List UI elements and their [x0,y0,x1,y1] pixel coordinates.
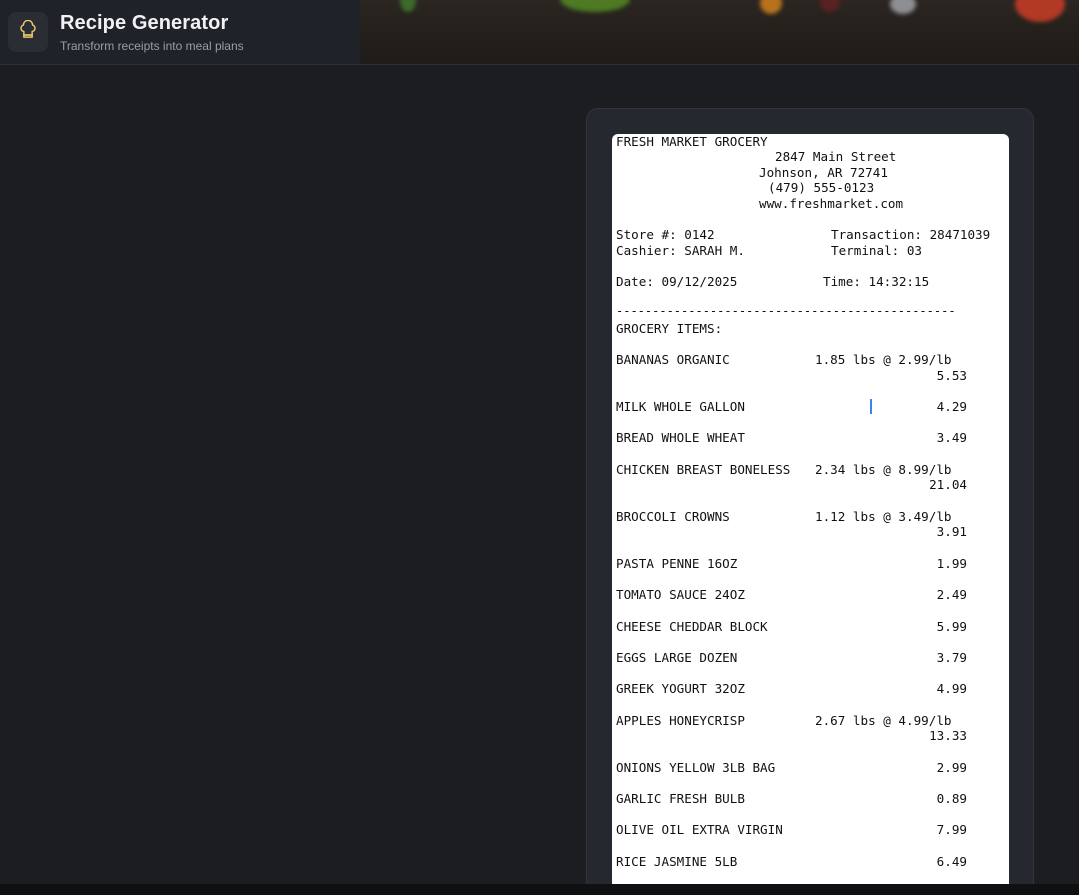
receipt-item-name: MILK WHOLE GALLON [616,399,745,414]
receipt-item-name: TOMATO SAUCE 24OZ [616,587,745,602]
receipt-item-price: 21.04 [929,477,967,492]
receipt-time: Time: 14:32:15 [823,274,930,289]
app-header: Recipe Generator Transform receipts into… [0,0,1079,65]
receipt-item-price: 4.29 [936,399,967,414]
logo [8,12,48,52]
receipt-item-name: CHICKEN BREAST BONELESS [616,462,791,477]
receipt-item-name: BROCCOLI CROWNS [616,509,730,524]
receipt-divider: ----------------------------------------… [616,304,956,318]
receipt-item-price: 3.49 [936,430,967,445]
receipt-item-price: 3.79 [936,650,967,665]
receipt-address-line2: Johnson, AR 72741 [759,165,888,180]
receipt-cashier: Cashier: SARAH M. [616,243,745,258]
app-title: Recipe Generator [60,12,229,34]
receipt-item-name: ONIONS YELLOW 3LB BAG [616,760,776,775]
receipt-item-name: APPLES HONEYCRISP [616,713,745,728]
receipt-item-price: 7.99 [936,822,967,837]
receipt-store-name: FRESH MARKET GROCERY [616,134,768,149]
receipt-phone: (479) 555-0123 [768,180,875,195]
receipt-item-price: 5.53 [936,368,967,383]
header-banner-image [360,0,1079,64]
receipt-item-price: 5.99 [936,619,967,634]
receipt-item-price: 2.49 [936,587,967,602]
receipt-item-price: 13.33 [929,728,967,743]
bottom-edge [0,884,1079,895]
receipt-date: Date: 09/12/2025 [616,274,738,289]
receipt-item-price: 2.99 [936,760,967,775]
receipt-item-name: PASTA PENNE 16OZ [616,556,738,571]
receipt-item-name: RICE JASMINE 5LB [616,854,738,869]
receipt-item-qty: 1.85 lbs @ 2.99/lb [815,352,952,367]
receipt-item-price: 6.49 [936,854,967,869]
receipt-item-qty: 1.12 lbs @ 3.49/lb [815,509,952,524]
receipt-item-price: 4.99 [936,681,967,696]
receipt-item-name: GREEK YOGURT 32OZ [616,681,745,696]
app-subtitle: Transform receipts into meal plans [60,39,244,53]
receipt-item-price: 3.91 [936,524,967,539]
receipt-address-line1: 2847 Main Street [775,149,897,164]
receipt-image[interactable]: FRESH MARKET GROCERY 2847 Main Street Jo… [612,134,1009,886]
receipt-section-title: GROCERY ITEMS: [616,321,723,336]
receipt-item-name: CHEESE CHEDDAR BLOCK [616,619,768,634]
receipt-item-name: BREAD WHOLE WHEAT [616,430,745,445]
receipt-item-name: EGGS LARGE DOZEN [616,650,738,665]
receipt-store-number: Store #: 0142 [616,227,715,242]
receipt-item-qty: 2.34 lbs @ 8.99/lb [815,462,952,477]
receipt-item-name: OLIVE OIL EXTRA VIRGIN [616,822,783,837]
receipt-item-price: 0.89 [936,791,967,806]
receipt-terminal: Terminal: 03 [831,243,922,258]
receipt-item-qty: 2.67 lbs @ 4.99/lb [815,713,952,728]
receipt-item-name: BANANAS ORGANIC [616,352,730,367]
receipt-website: www.freshmarket.com [759,196,904,211]
receipt-item-name: GARLIC FRESH BULB [616,791,745,806]
receipt-item-price: 1.99 [936,556,967,571]
text-cursor [870,399,872,414]
chef-hat-icon [18,19,38,45]
receipt-transaction: Transaction: 28471039 [831,227,991,242]
